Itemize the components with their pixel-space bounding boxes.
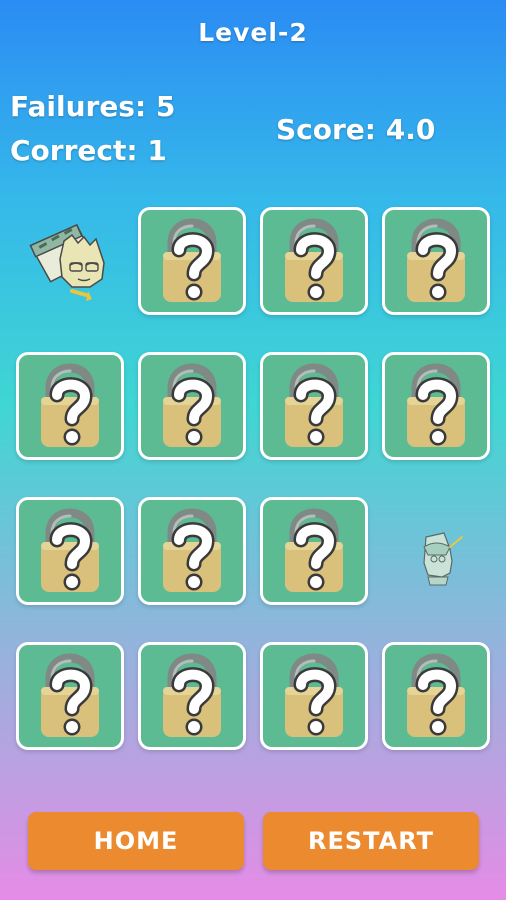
level-title: Level-2: [198, 18, 308, 47]
hidden-card[interactable]: [260, 642, 368, 750]
restart-button[interactable]: RESTART: [263, 812, 479, 870]
padlock-question-icon: [163, 363, 221, 447]
padlock-question-icon: [285, 508, 343, 592]
hidden-card[interactable]: [138, 352, 246, 460]
padlock-question-icon: [285, 363, 343, 447]
hidden-card[interactable]: [260, 352, 368, 460]
home-button[interactable]: HOME: [28, 812, 244, 870]
score-display: Score: 4.0: [276, 113, 436, 146]
padlock-question-icon: [163, 653, 221, 737]
hidden-card[interactable]: [16, 497, 124, 605]
hidden-card[interactable]: [138, 642, 246, 750]
hidden-card[interactable]: [382, 352, 490, 460]
padlock-question-icon: [407, 363, 465, 447]
character-icon: [29, 223, 105, 301]
padlock-question-icon: [41, 363, 99, 447]
character-small-icon: [423, 532, 463, 586]
hidden-card[interactable]: [260, 207, 368, 315]
correct-counter: Correct: 1: [10, 134, 167, 167]
revealed-card-small: [382, 497, 490, 605]
hidden-card[interactable]: [16, 642, 124, 750]
hidden-card[interactable]: [382, 207, 490, 315]
hidden-card[interactable]: [382, 642, 490, 750]
failures-counter: Failures: 5: [10, 90, 176, 123]
padlock-question-icon: [41, 653, 99, 737]
padlock-question-icon: [41, 508, 99, 592]
padlock-question-icon: [163, 508, 221, 592]
revealed-card: [16, 207, 124, 315]
hidden-card[interactable]: [260, 497, 368, 605]
padlock-question-icon: [163, 218, 221, 302]
padlock-question-icon: [285, 218, 343, 302]
padlock-question-icon: [407, 218, 465, 302]
hidden-card[interactable]: [138, 497, 246, 605]
hidden-card[interactable]: [138, 207, 246, 315]
hidden-card[interactable]: [16, 352, 124, 460]
card-grid: [16, 207, 490, 750]
padlock-question-icon: [285, 653, 343, 737]
padlock-question-icon: [407, 653, 465, 737]
